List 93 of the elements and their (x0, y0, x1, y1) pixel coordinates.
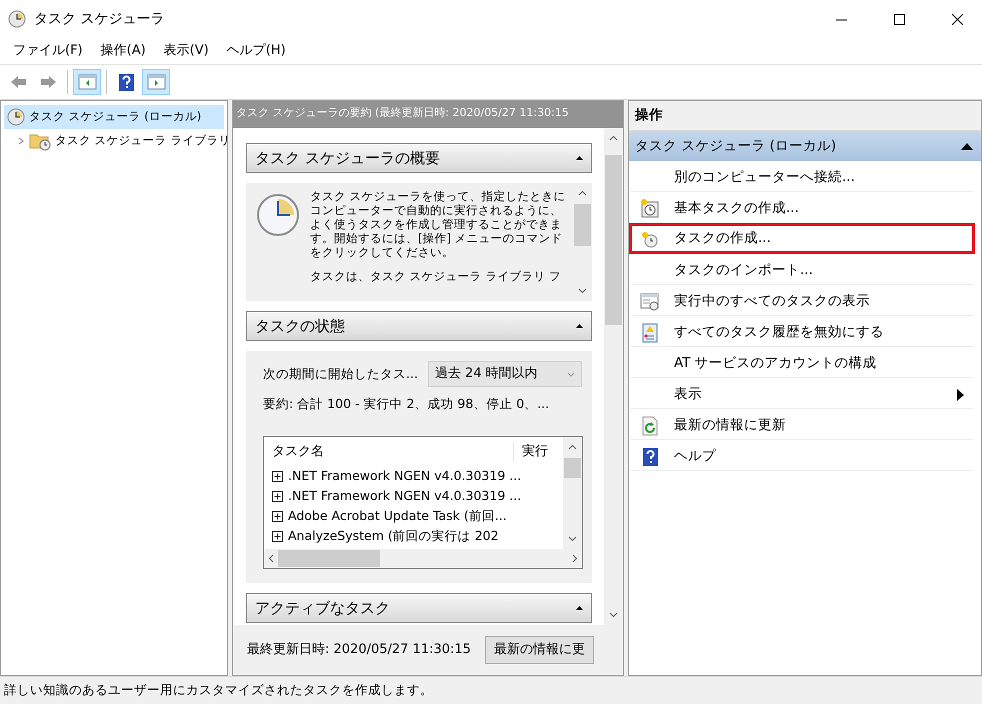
task-name[interactable]: .NET Framework NGEN v4.0.30319 ... (288, 467, 522, 486)
back-icon (8, 73, 28, 91)
scroll-right-icon[interactable] (572, 554, 578, 563)
scroll-down-icon[interactable] (609, 610, 618, 619)
action-item[interactable]: 最新の情報に更新 (629, 409, 975, 440)
section-title: タスクの状態 (255, 316, 345, 337)
help-icon (116, 73, 136, 91)
scrollbar-thumb[interactable] (605, 155, 622, 325)
refresh-button[interactable]: 最新の情報に更 (484, 636, 594, 664)
caret-icon (566, 372, 575, 376)
plus-icon[interactable] (272, 471, 283, 482)
scrollbar-thumb[interactable] (574, 204, 591, 246)
section-header[interactable]: タスクの状態 (246, 311, 592, 341)
column-header[interactable]: タスク名 (264, 442, 514, 462)
collapse-icon (576, 606, 583, 610)
collapse-icon (576, 156, 583, 160)
action-item[interactable]: ヘルプ (629, 440, 975, 471)
scrollbar-thumb[interactable] (564, 458, 581, 478)
plus-icon[interactable] (272, 491, 283, 502)
window-title: タスク スケジューラ (34, 10, 166, 28)
pane-button[interactable] (142, 69, 170, 95)
scroll-left-icon[interactable] (268, 554, 274, 563)
window-clock-icon (640, 292, 660, 312)
maximize-icon (894, 14, 904, 24)
clock-icon (7, 108, 25, 126)
description-text: タスク スケジューラを使って、指定したときにコンピューターで自動的に実行されるように、よく使うタスクを作成し管理することができます。開始するには、[操作] メニューのコマンドをクリックしてください。 (310, 189, 567, 259)
clock-icon (256, 193, 300, 237)
pane-header: タスク スケジューラの要約 (最終更新日時: 2020/05/27 11:30:15 (233, 101, 623, 128)
plus-icon[interactable] (272, 511, 283, 522)
action-item[interactable]: 基本タスクの作成... (629, 192, 975, 223)
help-icon (640, 446, 660, 466)
tree-item-label: タスク スケジューラ ライブラリ (55, 132, 230, 150)
summary-text: 要約: 合計 100 - 実行中 2、成功 98、停止 0、... (263, 395, 550, 413)
section-title: タスク スケジューラの概要 (255, 148, 440, 169)
scrollbar-thumb[interactable] (278, 550, 380, 567)
scroll-up-icon[interactable] (568, 442, 577, 452)
action-label: タスクの作成... (674, 229, 772, 248)
forward-icon (38, 73, 58, 91)
action-item[interactable]: タスクの作成... (629, 223, 975, 254)
pane-icon (146, 73, 166, 91)
scroll-up-icon[interactable] (609, 134, 618, 143)
scroll-down-icon[interactable] (578, 286, 587, 295)
status-bar-text: 詳しい知識のあるユーザー用にカスタマイズされたタスクを作成します。 (0, 676, 982, 704)
menu-item[interactable]: ファイル(F) (4, 41, 92, 61)
action-item[interactable]: タスクのインポート... (629, 254, 975, 285)
action-label: 実行中のすべてのタスクの表示 (674, 292, 871, 312)
menu-item[interactable]: ヘルプ(H) (218, 41, 295, 61)
action-label: すべてのタスク履歴を無効にする (674, 323, 885, 342)
task-name[interactable]: .NET Framework NGEN v4.0.30319 ... (288, 487, 522, 506)
collapse-icon (576, 324, 583, 328)
scrollbar[interactable] (264, 548, 582, 568)
calendar-clock-icon (640, 198, 660, 218)
scrollbar[interactable] (604, 128, 623, 625)
task-name[interactable]: AnalyzeSystem (前回の実行は 202 (288, 527, 499, 546)
chevron-icon[interactable] (17, 137, 25, 145)
last-updated-text: 最終更新日時: 2020/05/27 11:30:15 (247, 641, 471, 660)
pane-icon (78, 73, 96, 91)
action-group-header[interactable]: タスク スケジューラ (ローカル) (629, 131, 981, 161)
action-item[interactable]: AT サービスのアカウントの構成 (629, 347, 975, 378)
close-icon (952, 14, 962, 24)
menu-item[interactable]: 表示(V) (154, 41, 218, 61)
action-label: 別のコンピューターへ接続... (674, 168, 856, 188)
plus-icon[interactable] (272, 531, 283, 542)
section-header[interactable]: タスク スケジューラの概要 (246, 143, 592, 173)
action-label: ヘルプ (674, 447, 717, 466)
tree-item-label: タスク スケジューラ (ローカル) (29, 108, 202, 126)
section-title: アクティブなタスク (255, 598, 390, 618)
period-dropdown[interactable]: 過去 24 時間以内 (428, 361, 582, 387)
action-item[interactable]: すべてのタスク履歴を無効にする (629, 316, 975, 347)
action-item[interactable]: 別のコンピューターへ接続... (629, 161, 975, 192)
action-label: 表示 (674, 385, 703, 404)
clock-icon (8, 10, 26, 28)
pane-header: 操作 (629, 101, 981, 131)
scrollbar[interactable] (563, 436, 582, 549)
task-name[interactable]: Adobe Acrobat Update Task (前回... (288, 507, 507, 526)
refresh-icon (640, 416, 660, 436)
action-label: AT サービスのアカウントの構成 (674, 354, 878, 374)
menu-item[interactable]: 操作(A) (92, 41, 155, 61)
action-item[interactable]: 表示 (629, 378, 975, 409)
action-item[interactable]: 実行中のすべてのタスクの表示 (629, 285, 975, 316)
tree-item[interactable]: タスク スケジューラ (ローカル) (4, 105, 224, 129)
action-label: 基本タスクの作成... (674, 199, 800, 218)
pane-button[interactable] (73, 69, 101, 95)
action-label: 最新の情報に更新 (674, 416, 787, 436)
collapse-icon (961, 142, 973, 150)
column-header[interactable]: 実行 (514, 442, 548, 462)
scroll-down-icon[interactable] (568, 534, 577, 543)
filter-label: 次の期間に開始したタス... (263, 364, 418, 383)
scroll-up-icon[interactable] (578, 189, 587, 198)
notebook-icon (640, 322, 660, 342)
description-text: タスクは、タスク スケジューラ ライブラリ フ (310, 269, 562, 283)
action-label: タスクのインポート... (674, 261, 814, 280)
section-header[interactable]: アクティブなタスク (246, 592, 592, 623)
